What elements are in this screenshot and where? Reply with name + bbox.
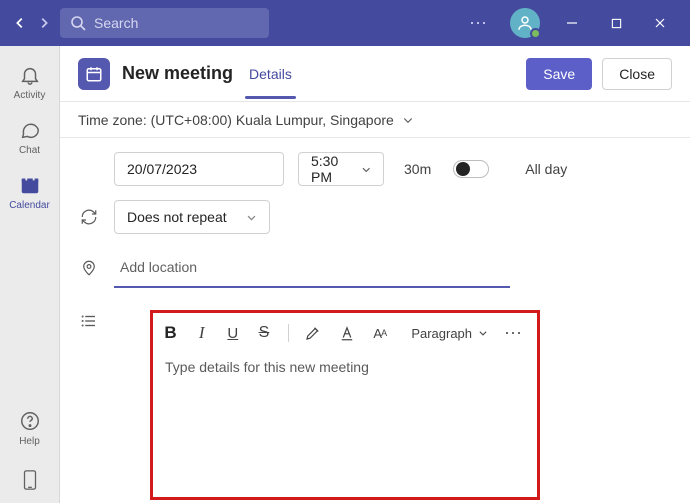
- paragraph-select[interactable]: Paragraph: [411, 326, 488, 341]
- bold-button[interactable]: B: [163, 322, 178, 344]
- rail-activity[interactable]: Activity: [0, 56, 60, 111]
- chevron-down-icon: [478, 328, 488, 338]
- underline-button[interactable]: U: [225, 322, 240, 344]
- repeat-row: Does not repeat: [78, 200, 672, 234]
- description-icon: [78, 312, 100, 330]
- search-icon: [70, 15, 86, 31]
- tab-details[interactable]: Details: [247, 50, 294, 98]
- calendar-mini-icon: [85, 65, 103, 83]
- rail-label: Calendar: [9, 200, 50, 211]
- rail-calendar[interactable]: Calendar: [0, 166, 60, 221]
- strikethrough-button[interactable]: S: [256, 322, 271, 344]
- description-row: B I U S AA Paragraph ⋯: [78, 302, 672, 500]
- toolbar-divider: [288, 324, 289, 342]
- avatar[interactable]: [510, 8, 540, 38]
- meeting-header-icon: [78, 58, 110, 90]
- font-color-button[interactable]: [338, 322, 356, 344]
- device-icon: [19, 469, 41, 491]
- chat-icon: [19, 119, 41, 141]
- font-color-icon: [338, 324, 356, 342]
- rail-label: Activity: [14, 90, 46, 101]
- meeting-header: New meeting Details Save Close: [60, 46, 690, 102]
- font-size-button[interactable]: AA: [372, 322, 387, 344]
- location-row: Add location: [78, 248, 672, 288]
- search-placeholder: Search: [94, 15, 138, 31]
- presence-badge: [530, 28, 541, 39]
- help-icon: [19, 410, 41, 432]
- location-icon: [78, 259, 100, 277]
- editor-toolbar: B I U S AA Paragraph ⋯: [153, 313, 537, 353]
- paragraph-label: Paragraph: [411, 326, 472, 341]
- highlight-icon: [304, 324, 322, 342]
- location-input[interactable]: Add location: [114, 248, 510, 288]
- date-value: 20/07/2023: [127, 161, 197, 177]
- rail-device[interactable]: [0, 465, 60, 495]
- highlight-button[interactable]: [304, 322, 322, 344]
- timezone-label: Time zone: (UTC+08:00) Kuala Lumpur, Sin…: [78, 112, 394, 128]
- italic-button[interactable]: I: [194, 322, 209, 344]
- forward-button[interactable]: [34, 13, 54, 33]
- back-button[interactable]: [10, 13, 30, 33]
- chevron-down-icon: [246, 212, 257, 223]
- location-placeholder: Add location: [120, 259, 197, 275]
- rail-chat[interactable]: Chat: [0, 111, 60, 166]
- chevron-down-icon: [402, 114, 414, 126]
- description-editor: B I U S AA Paragraph ⋯: [150, 310, 540, 500]
- main-panel: New meeting Details Save Close Time zone…: [60, 46, 690, 503]
- titlebar: Search ⋯: [0, 0, 690, 46]
- repeat-value: Does not repeat: [127, 209, 227, 225]
- left-rail: Activity Chat Calendar Help: [0, 46, 60, 503]
- chevron-down-icon: [361, 164, 371, 175]
- nav-arrows: [8, 13, 60, 33]
- repeat-select[interactable]: Does not repeat: [114, 200, 270, 234]
- time-field[interactable]: 5:30 PM: [298, 152, 384, 186]
- close-button[interactable]: Close: [602, 58, 672, 90]
- search-input[interactable]: Search: [60, 8, 269, 38]
- toolbar-more-button[interactable]: ⋯: [504, 323, 527, 344]
- date-field[interactable]: 20/07/2023: [114, 152, 284, 186]
- window-controls: [550, 0, 682, 46]
- duration-label: 30m: [404, 161, 431, 177]
- close-window-button[interactable]: [638, 0, 682, 46]
- bell-icon: [19, 64, 41, 86]
- repeat-icon: [78, 208, 100, 226]
- editor-placeholder: Type details for this new meeting: [165, 359, 369, 375]
- timezone-row[interactable]: Time zone: (UTC+08:00) Kuala Lumpur, Sin…: [60, 102, 690, 138]
- maximize-button[interactable]: [594, 0, 638, 46]
- rail-help[interactable]: Help: [0, 406, 60, 455]
- calendar-icon: [19, 174, 41, 196]
- datetime-row: 20/07/2023 5:30 PM 30m All day: [78, 152, 672, 186]
- save-button[interactable]: Save: [526, 58, 592, 90]
- minimize-button[interactable]: [550, 0, 594, 46]
- rail-label: Help: [19, 436, 40, 447]
- allday-toggle[interactable]: [453, 160, 489, 178]
- more-button[interactable]: ⋯: [457, 13, 500, 34]
- editor-textarea[interactable]: Type details for this new meeting: [153, 353, 537, 497]
- allday-label: All day: [525, 161, 567, 177]
- time-value: 5:30 PM: [311, 153, 361, 185]
- rail-label: Chat: [19, 145, 40, 156]
- page-title: New meeting: [122, 63, 233, 84]
